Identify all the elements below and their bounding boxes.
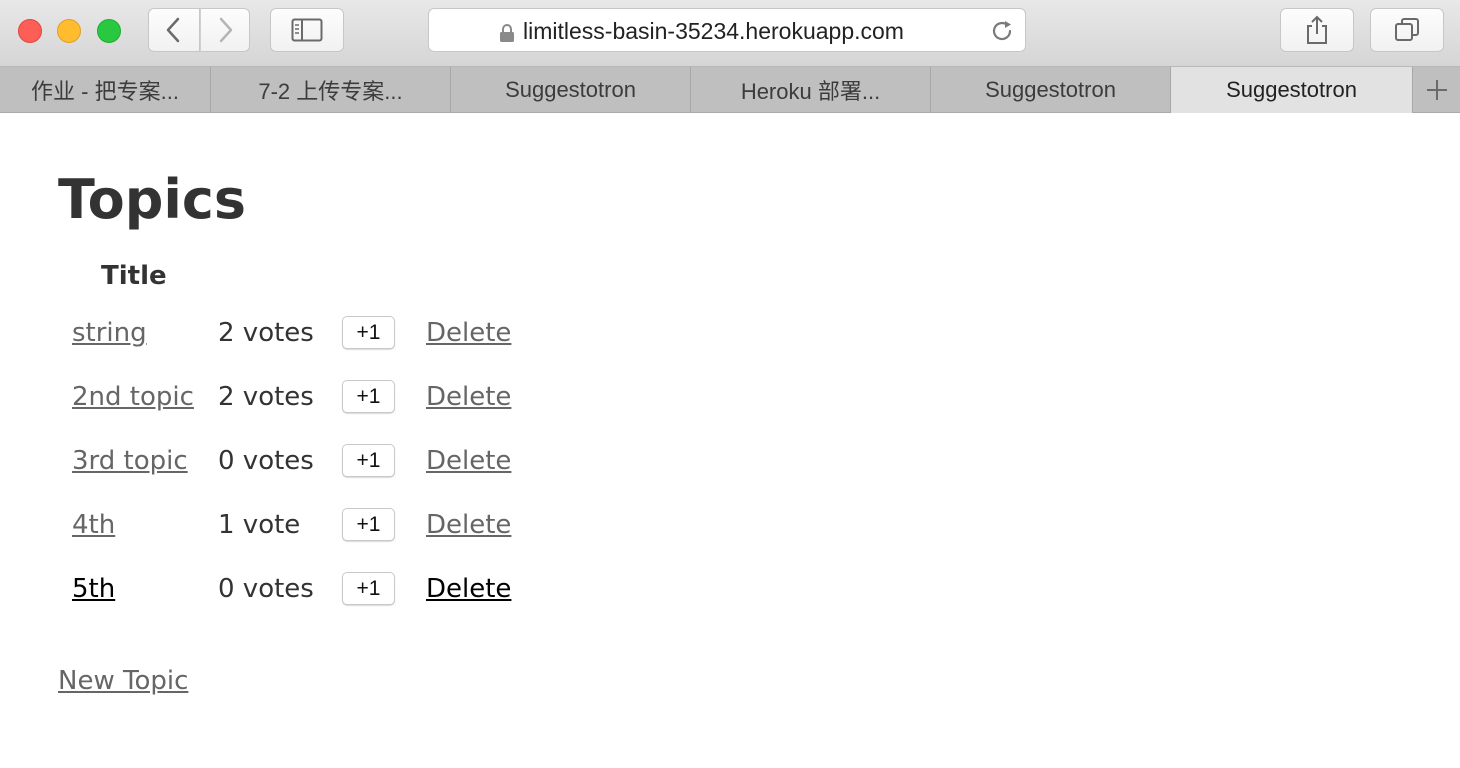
tab-label: Suggestotron <box>1226 77 1357 102</box>
page-content: Topics Title string 2 votes +1 Delete 2n… <box>0 113 1460 768</box>
tab-label: 作业 - 把专案... <box>31 79 179 104</box>
browser-tab[interactable]: 作业 - 把专案... <box>0 67 211 113</box>
reload-icon[interactable] <box>989 18 1015 44</box>
browser-tab[interactable]: Suggestotron <box>931 67 1171 113</box>
topic-row: string 2 votes +1 Delete <box>0 315 700 355</box>
tab-overview-button[interactable] <box>1370 8 1444 52</box>
chevron-left-icon <box>166 17 180 43</box>
new-tab-button[interactable] <box>1413 67 1460 113</box>
chevron-right-icon <box>219 17 233 43</box>
tab-bar: 作业 - 把专案... 7-2 上传专案... Suggestotron Her… <box>0 67 1460 113</box>
vote-count: 0 votes <box>218 574 314 604</box>
forward-button[interactable] <box>200 8 250 52</box>
minimize-window-button[interactable] <box>57 19 81 43</box>
maximize-window-button[interactable] <box>97 19 121 43</box>
plus-icon <box>1426 80 1447 100</box>
upvote-button[interactable]: +1 <box>342 380 395 413</box>
vote-count: 2 votes <box>218 318 314 348</box>
column-header-title: Title <box>101 261 167 291</box>
vote-count: 1 vote <box>218 510 301 540</box>
share-button[interactable] <box>1280 8 1354 52</box>
topic-row: 5th 0 votes +1 Delete <box>0 571 700 611</box>
page-title: Topics <box>58 168 247 231</box>
topic-row: 2nd topic 2 votes +1 Delete <box>0 379 700 419</box>
share-icon <box>1307 15 1327 44</box>
upvote-button[interactable]: +1 <box>342 316 395 349</box>
topic-link[interactable]: 5th <box>72 574 115 604</box>
topic-link[interactable]: 3rd topic <box>72 446 188 476</box>
topic-link[interactable]: 2nd topic <box>72 382 194 412</box>
browser-tab[interactable]: Suggestotron <box>451 67 691 113</box>
delete-link[interactable]: Delete <box>426 574 511 604</box>
delete-link[interactable]: Delete <box>426 510 511 540</box>
upvote-button[interactable]: +1 <box>342 572 395 605</box>
tab-label: Heroku 部署... <box>740 79 881 104</box>
vote-count: 0 votes <box>218 446 314 476</box>
topic-row: 3rd topic 0 votes +1 Delete <box>0 443 700 483</box>
tab-label: 7-2 上传专案... <box>258 79 403 104</box>
close-window-button[interactable] <box>18 19 42 43</box>
upvote-button[interactable]: +1 <box>342 508 395 541</box>
browser-toolbar: limitless-basin-35234.herokuapp.com <box>0 0 1460 67</box>
browser-tab[interactable]: Heroku 部署... <box>691 67 931 113</box>
sidebar-button[interactable] <box>270 8 344 52</box>
topic-row: 4th 1 vote +1 Delete <box>0 507 700 547</box>
tab-label: Suggestotron <box>505 77 636 102</box>
topic-link[interactable]: 4th <box>72 510 115 540</box>
topic-link[interactable]: string <box>72 318 147 348</box>
delete-link[interactable]: Delete <box>426 446 511 476</box>
address-bar[interactable]: limitless-basin-35234.herokuapp.com <box>428 8 1026 52</box>
lock-icon <box>500 24 514 42</box>
upvote-button[interactable]: +1 <box>342 444 395 477</box>
sidebar-icon <box>291 18 323 42</box>
tab-label: Suggestotron <box>985 77 1116 102</box>
new-topic-link[interactable]: New Topic <box>58 666 188 696</box>
delete-link[interactable]: Delete <box>426 318 511 348</box>
url-text[interactable]: limitless-basin-35234.herokuapp.com <box>523 18 904 45</box>
delete-link[interactable]: Delete <box>426 382 511 412</box>
back-button[interactable] <box>148 8 200 52</box>
vote-count: 2 votes <box>218 382 314 412</box>
tabs-overview-icon <box>1395 18 1419 41</box>
browser-tab-active[interactable]: Suggestotron <box>1171 67 1413 113</box>
browser-tab[interactable]: 7-2 上传专案... <box>211 67 451 113</box>
